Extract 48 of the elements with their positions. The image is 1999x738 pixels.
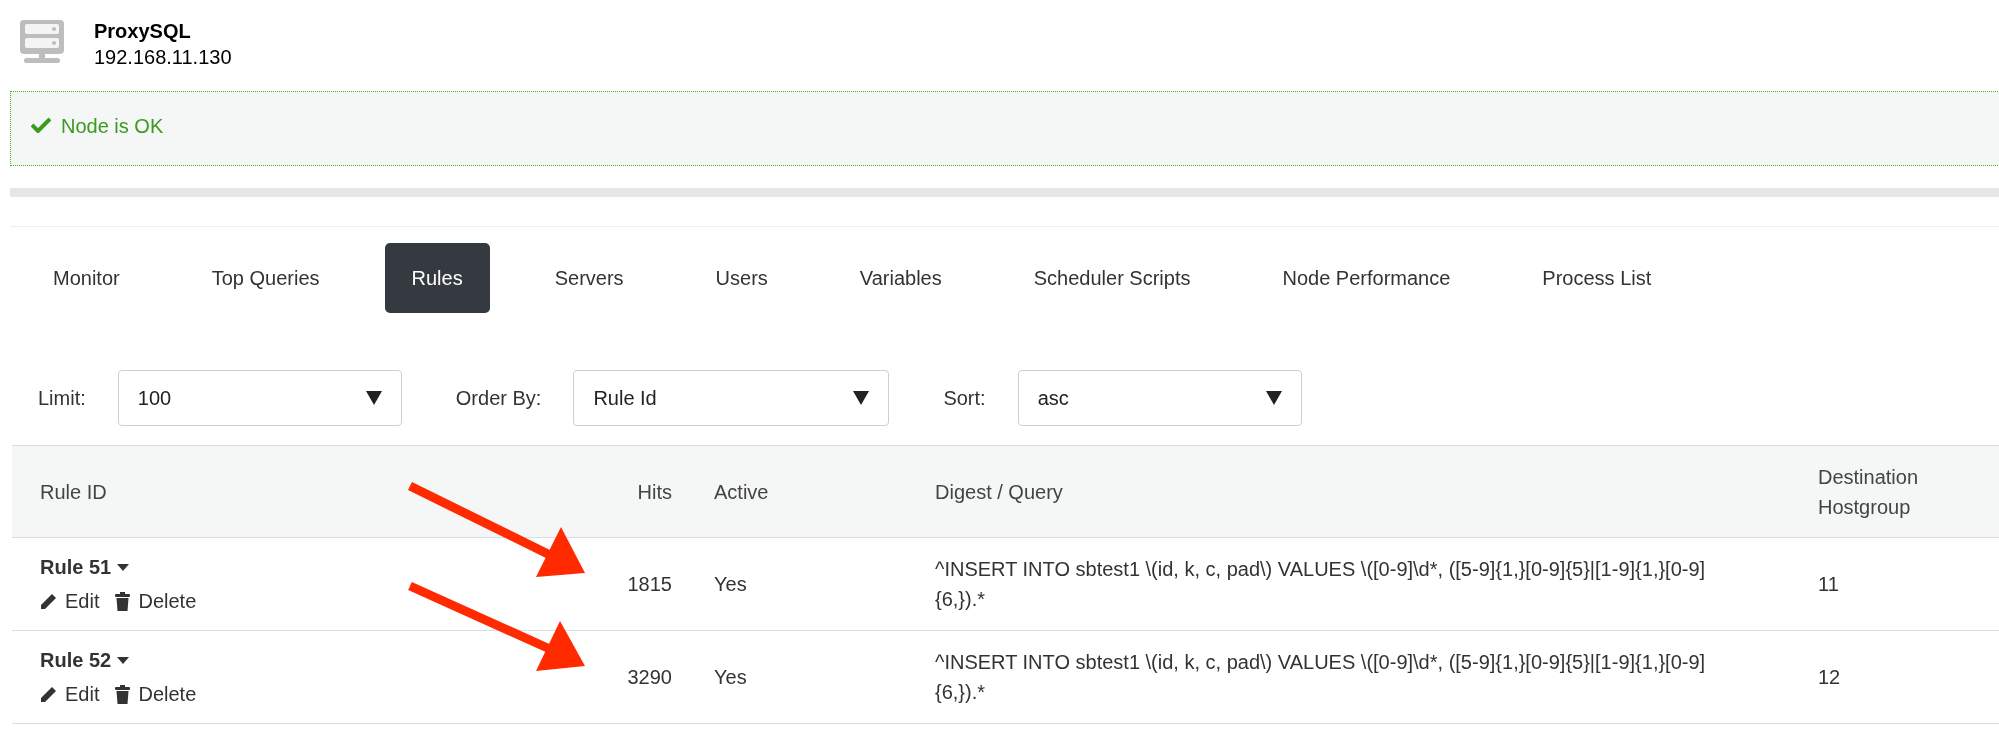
- tab[interactable]: Rules: [384, 243, 490, 313]
- column-header: Hits: [472, 445, 672, 538]
- node-address: 192.168.11.130: [94, 45, 232, 70]
- caret-icon: [365, 391, 382, 405]
- rule-menu[interactable]: Rule 52: [40, 645, 130, 675]
- filter-label: Order By:: [455, 386, 542, 411]
- tab[interactable]: Node Performance: [1255, 243, 1478, 313]
- pencil-icon: [40, 685, 57, 703]
- node-title: ProxySQL: [94, 19, 192, 44]
- edit-link[interactable]: Edit: [40, 679, 100, 709]
- caret-icon: [117, 563, 130, 571]
- table-cell: 1815: [627, 573, 672, 595]
- edit-link[interactable]: Edit: [40, 586, 100, 616]
- column-header: Active: [672, 445, 892, 538]
- query-text: ^INSERT INTO sbtest1 \(id, k, c, pad\) VALUES \([0-9]\d*, ([5-9]{1,}[0-9]{5}|[1-9]{1,}[0-9]{6,}).*: [935, 557, 1707, 612]
- check-icon: [31, 117, 51, 133]
- caret-icon: [1265, 391, 1282, 405]
- column-header: Destination Hostgroup: [1798, 445, 1999, 538]
- table-cell: 12: [1818, 666, 1841, 688]
- tab[interactable]: Monitor: [26, 243, 147, 313]
- filter-label: Sort:: [943, 386, 986, 411]
- delete-link[interactable]: Delete: [115, 679, 197, 709]
- delete-link[interactable]: Delete: [115, 586, 197, 616]
- rule-menu[interactable]: Rule 51: [40, 552, 130, 582]
- trash-icon: [115, 591, 131, 611]
- table-cell: 11: [1818, 573, 1839, 595]
- tab[interactable]: Top Queries: [184, 243, 347, 313]
- table-cell: 3290: [627, 666, 672, 688]
- table-cell: Yes: [714, 666, 747, 688]
- filter-label: Limit:: [38, 386, 86, 411]
- tab[interactable]: Users: [688, 243, 795, 313]
- dropdown[interactable]: asc: [1017, 370, 1302, 426]
- column-header: Digest / Query: [892, 445, 1798, 538]
- pencil-icon: [40, 592, 57, 610]
- tab[interactable]: Scheduler Scripts: [1006, 243, 1218, 313]
- tab[interactable]: Servers: [527, 243, 651, 313]
- column-header: Rule ID: [12, 445, 472, 538]
- status-message: Node is OK: [61, 114, 164, 138]
- dropdown[interactable]: 100: [117, 370, 402, 426]
- table-cell: Yes: [714, 573, 747, 595]
- tab[interactable]: Variables: [832, 243, 969, 313]
- caret-icon: [117, 656, 130, 664]
- trash-icon: [115, 684, 131, 704]
- dropdown[interactable]: Rule Id: [573, 370, 890, 426]
- server-icon: [20, 20, 64, 64]
- query-text: ^INSERT INTO sbtest1 \(id, k, c, pad\) VALUES \([0-9]\d*, ([5-9]{1,}[0-9]{5}|[1-9]{1,}[0-9]{6,}).*: [935, 650, 1707, 705]
- tab[interactable]: Process List: [1515, 243, 1679, 313]
- caret-icon: [853, 391, 870, 405]
